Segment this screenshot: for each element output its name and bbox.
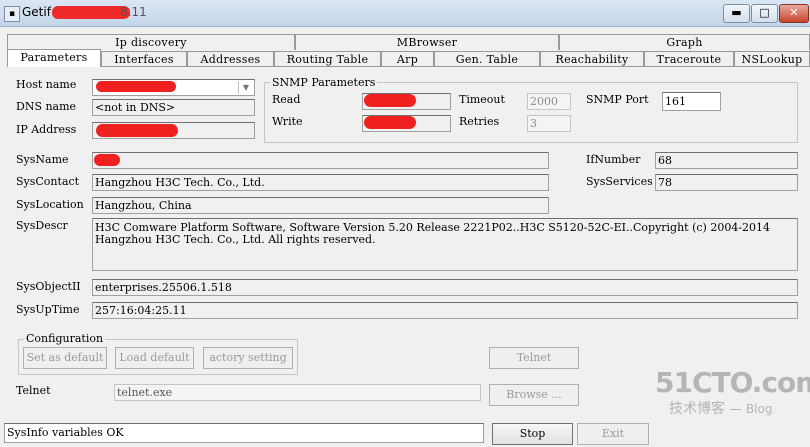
ip-address-label: IP Address: [16, 123, 77, 136]
watermark-site: 51CTO.com: [655, 366, 810, 399]
status-bar: SysInfo variables OK: [4, 423, 484, 443]
stop-button[interactable]: Stop: [492, 423, 573, 445]
sysdescr-line-2: Hangzhou H3C Tech. Co., Ltd. All rights …: [95, 233, 376, 246]
timeout-label: Timeout: [459, 93, 505, 106]
sysuptime-label: SysUpTime: [16, 303, 80, 316]
redacted-read-community: [364, 94, 416, 107]
redacted-host-name: [96, 81, 176, 92]
redacted-sysname: [94, 154, 120, 166]
telnet-label: Telnet: [16, 384, 51, 397]
syscontact-label: SysContact: [16, 175, 80, 188]
exit-button[interactable]: Exit: [577, 423, 649, 445]
chevron-down-icon[interactable]: ▼: [238, 81, 253, 94]
redacted-write-community: [364, 116, 416, 129]
tab-routing-table[interactable]: Routing Table: [274, 51, 381, 67]
tab-traceroute[interactable]: Traceroute: [644, 51, 734, 67]
retries-label: Retries: [459, 115, 500, 128]
sysdescr-field: H3C Comware Platform Software, Software …: [92, 218, 798, 271]
telnet-button[interactable]: Telnet: [489, 347, 579, 369]
set-as-default-button[interactable]: Set as default: [23, 347, 107, 369]
syslocation-field: Hangzhou, China: [92, 197, 549, 214]
sysservices-field: 78: [655, 174, 798, 191]
dns-name-field: <not in DNS>: [92, 99, 255, 116]
sysdescr-label: SysDescr: [16, 219, 68, 232]
tab-nslookup[interactable]: NSLookup: [734, 51, 810, 67]
dns-name-label: DNS name: [16, 100, 77, 113]
title-bar: ▪ Getif 8.11 ▬ □ ✕: [0, 0, 810, 27]
redacted-title: [52, 6, 130, 19]
read-community-label: Read: [272, 93, 301, 106]
ifnumber-label: IfNumber: [586, 153, 641, 166]
ifnumber-field: 68: [655, 152, 798, 169]
tab-gen-table[interactable]: Gen. Table: [434, 51, 540, 67]
window-title: Getif: [22, 5, 51, 19]
tab-graph[interactable]: Graph: [559, 34, 810, 50]
sysservices-label: SysServices: [586, 175, 652, 188]
tab-addresses[interactable]: Addresses: [187, 51, 274, 67]
redacted-ip-address: [96, 124, 178, 137]
load-default-button[interactable]: Load default: [115, 347, 194, 369]
app-icon: ▪: [4, 6, 20, 22]
sysobjectid-label: SysObjectII: [16, 280, 81, 293]
snmp-port-field[interactable]: 161: [662, 92, 721, 111]
snmp-port-label: SNMP Port: [586, 93, 649, 106]
write-community-label: Write: [272, 115, 303, 128]
tab-parameters[interactable]: Parameters: [7, 49, 101, 67]
syscontact-field: Hangzhou H3C Tech. Co., Ltd.: [92, 174, 549, 191]
tab-mbrowser[interactable]: MBrowser: [295, 34, 559, 50]
tab-arp[interactable]: Arp: [381, 51, 434, 67]
maximize-button[interactable]: □: [751, 4, 778, 23]
watermark: 51CTO.com 技术博客 — Blog: [655, 368, 810, 418]
snmp-parameters-title: SNMP Parameters: [270, 76, 378, 89]
browse-button[interactable]: Browse ...: [489, 384, 579, 406]
timeout-field[interactable]: 2000: [527, 93, 571, 110]
close-button[interactable]: ✕: [779, 4, 809, 23]
minimize-button[interactable]: ▬: [723, 4, 750, 23]
factory-settings-button[interactable]: actory setting: [203, 347, 293, 369]
window-title-suffix: 8.11: [120, 5, 147, 19]
telnet-path-field[interactable]: telnet.exe: [114, 384, 481, 401]
sysname-field: [92, 152, 549, 169]
syslocation-label: SysLocation: [16, 198, 84, 211]
tab-interfaces[interactable]: Interfaces: [101, 51, 187, 67]
watermark-blog: Blog: [745, 402, 773, 416]
sysobjectid-field: enterprises.25506.1.518: [92, 279, 798, 296]
tab-reachability[interactable]: Reachability: [540, 51, 644, 67]
configuration-title: Configuration: [24, 332, 106, 345]
tab-ip-discovery[interactable]: Ip discovery: [7, 34, 295, 50]
sysname-label: SysName: [16, 153, 69, 166]
watermark-sub: 技术博客: [669, 401, 725, 417]
sysuptime-field: 257:16:04:25.11: [92, 302, 798, 319]
host-name-label: Host name: [16, 78, 77, 91]
retries-field[interactable]: 3: [527, 115, 571, 132]
